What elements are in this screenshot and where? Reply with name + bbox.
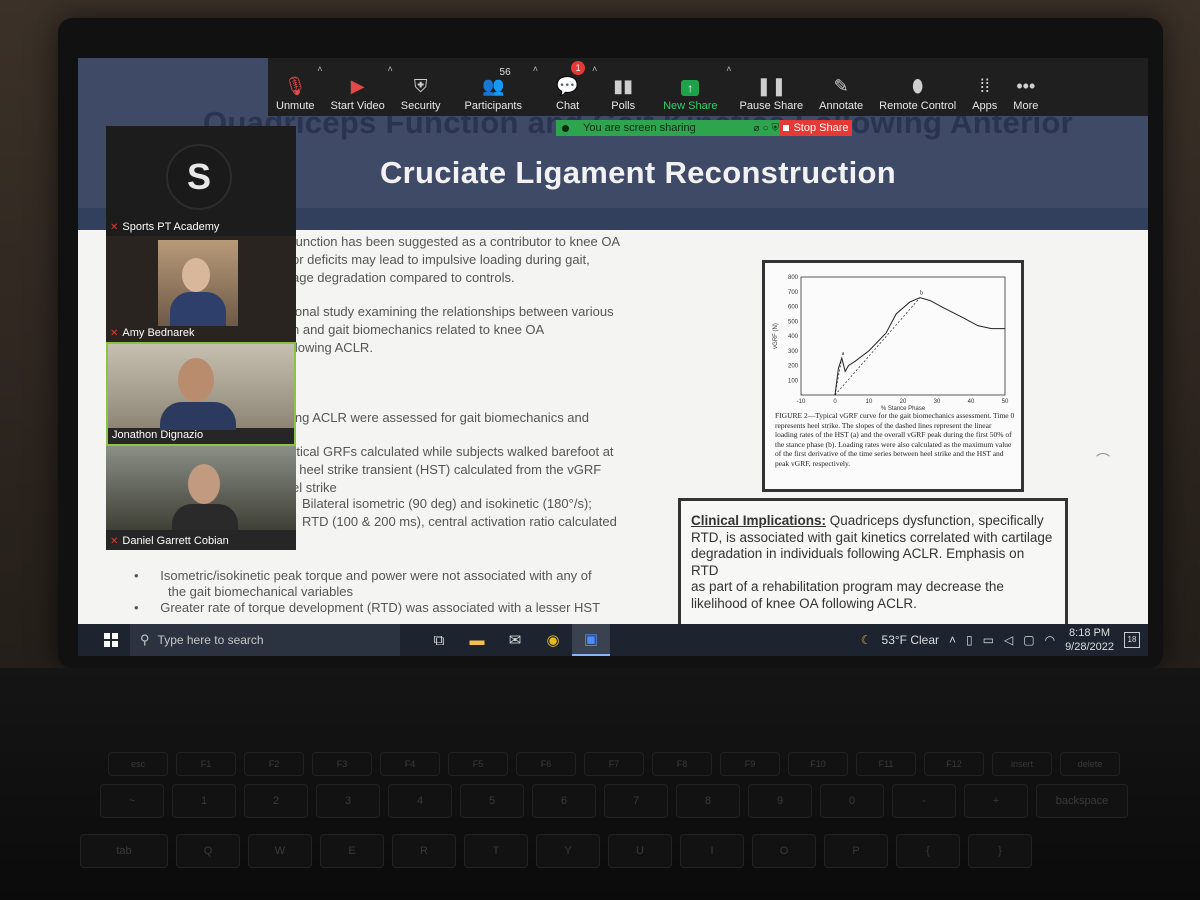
vgrf-series-line [834, 297, 1005, 396]
search-icon: ⚲ [140, 632, 150, 647]
battery-icon[interactable]: ▭ [983, 633, 994, 647]
weather-text[interactable]: 53°F Clear [882, 633, 940, 647]
clock[interactable]: 8:18 PM 9/28/2022 [1065, 626, 1114, 654]
chat-button[interactable]: 💬 1 Chat ˄ [538, 58, 597, 116]
key: esc [108, 752, 168, 776]
sports-pt-logo: S [166, 144, 232, 210]
x-tick-label: 40 [968, 399, 975, 405]
participant-tile-active-speaker[interactable]: Jonathon Dignazio [106, 342, 296, 446]
screen-sharing-banner[interactable]: You are screen sharing ⌀○⛨ [556, 120, 788, 136]
shield-icon: ⛨ [413, 76, 428, 96]
pause-share-button[interactable]: ❚❚ Pause Share [732, 58, 812, 116]
stop-share-button[interactable]: Stop Share [780, 120, 852, 136]
banner-mini-icons: ⌀○⛨ [753, 122, 782, 134]
stop-icon [783, 125, 790, 131]
more-icon: ••• [1016, 76, 1036, 96]
start-video-button[interactable]: ▶︎ Start Video ˄ [323, 58, 393, 116]
meet-now-icon[interactable]: ▢ [1023, 633, 1034, 647]
polls-button[interactable]: ▮▮ Polls [597, 58, 649, 116]
video-feed [108, 344, 294, 430]
sharing-dot-icon [562, 124, 569, 132]
chat-badge: 1 [571, 61, 586, 75]
mail-icon[interactable]: ✉ [496, 624, 534, 656]
resize-handle-icon: ⌒ [1096, 452, 1110, 468]
weather-moon-icon: ☾ [860, 633, 872, 647]
participants-icon: 👥 [482, 76, 505, 96]
x-tick-label: 20 [900, 399, 907, 405]
tray-chevron-icon[interactable]: ˄ [949, 633, 956, 647]
mouse-icon: ⬮ [912, 76, 924, 96]
system-tray: ☾ 53°F Clear ˄ ▯ ▭ ◁ ▢ ◠ 8:18 PM 9/28/20… [861, 626, 1148, 654]
mic-muted-icon: ✕ [110, 221, 119, 233]
x-tick-label: 10 [866, 399, 873, 405]
chrome-icon[interactable]: ◉ [534, 624, 572, 656]
pause-icon: ❚❚ [756, 76, 787, 96]
participant-count: 56 [499, 67, 511, 78]
participants-button[interactable]: 👥 56 Participants ˄ [449, 58, 538, 116]
pen-icon: ✎ [833, 76, 849, 96]
unmute-button[interactable]: 🎙 Unmute ˄ [268, 58, 323, 116]
usb-icon[interactable]: ▯ [966, 633, 973, 647]
windows-taskbar: ⚲ Type here to search ⧉ ▬ ✉ ◉ ▣ ☾ 53°F C… [78, 624, 1148, 656]
y-tick-label: 400 [788, 334, 799, 340]
chart-frame [800, 276, 1006, 396]
chat-icon: 💬 [556, 76, 579, 96]
participant-tile[interactable]: ✕ Amy Bednarek [106, 236, 296, 342]
security-button[interactable]: ⛨ Security [393, 58, 449, 116]
video-feed [158, 240, 238, 326]
x-tick-label: 0 [833, 399, 837, 405]
x-tick-label: -10 [797, 399, 806, 405]
y-axis-label: vGRF (N) [773, 323, 779, 349]
annotation-a: a [842, 351, 845, 357]
x-tick-label: 50 [1002, 399, 1009, 405]
taskbar-apps: ⧉ ▬ ✉ ◉ ▣ [420, 624, 610, 656]
laptop-keyboard: esc F1 F2 F3 F4 F5 F6 F7 F8 F9 F10 F11 F… [60, 740, 1200, 900]
annotate-button[interactable]: ✎ Annotate [811, 58, 871, 116]
clinical-implications-box: Clinical Implications: Quadriceps dysfun… [678, 498, 1068, 638]
y-tick-label: 500 [788, 319, 799, 325]
video-feed [106, 446, 296, 530]
volume-icon[interactable]: ◁ [1004, 633, 1013, 647]
y-tick-label: 800 [788, 275, 799, 281]
apps-button[interactable]: ⁞⁞ Apps [964, 58, 1005, 116]
wifi-icon[interactable]: ◠ [1045, 633, 1055, 647]
share-arrow-icon: ↑ [681, 80, 700, 96]
y-tick-label: 100 [788, 378, 799, 384]
bullet-item: • Greater rate of torque development (RT… [134, 600, 601, 615]
mic-muted-icon: 🎙 [283, 76, 307, 96]
apps-icon: ⁞⁞ [979, 76, 990, 96]
video-gallery[interactable]: S ✕ Sports PT Academy ✕ Amy Bednarek Jonat… [106, 126, 296, 550]
hst-loading-rate-line [834, 358, 843, 396]
y-tick-label: 200 [788, 364, 799, 370]
participant-tile[interactable]: S ✕ Sports PT Academy [106, 126, 296, 236]
y-tick-label: 300 [788, 349, 799, 355]
new-share-button[interactable]: ↑ New Share ˄ [649, 58, 731, 116]
laptop-screen: Quadriceps Function and Gait Kinetics Fo… [78, 58, 1148, 656]
zoom-app-icon[interactable]: ▣ [572, 624, 610, 656]
mic-muted-icon: ✕ [110, 535, 119, 547]
annotation-b: b [920, 291, 923, 297]
notification-center-icon[interactable]: 18 [1124, 632, 1140, 648]
file-explorer-icon[interactable]: ▬ [458, 624, 496, 656]
figure-caption: FIGURE 2—Typical vGRF curve for the gait… [775, 411, 1015, 468]
taskbar-search-input[interactable]: ⚲ Type here to search [130, 624, 400, 656]
task-view-icon[interactable]: ⧉ [420, 624, 458, 656]
y-tick-label: 700 [788, 290, 799, 296]
x-tick-label: 30 [934, 399, 941, 405]
windows-start-icon[interactable] [104, 633, 118, 647]
y-tick-label: 600 [788, 305, 799, 311]
vgrf-figure: -10 0 10 20 30 40 50 100 200 300 400 500 600 700 800% … [762, 260, 1024, 492]
clinical-heading: Clinical Implications: [691, 513, 827, 528]
mic-muted-icon: ✕ [110, 327, 119, 339]
video-off-icon: ▶︎ [350, 76, 365, 96]
more-button[interactable]: ••• More [1005, 58, 1046, 116]
remote-control-button[interactable]: ⬮ Remote Control [871, 58, 964, 116]
peak-loading-rate-line [834, 297, 921, 396]
polls-icon: ▮▮ [613, 76, 634, 96]
participant-tile[interactable]: ✕ Daniel Garrett Cobian [106, 446, 296, 550]
bullet-item: • Isometric/isokinetic peak torque and p… [134, 568, 592, 583]
vgrf-chart: -10 0 10 20 30 40 50100200300400500600700800% … [773, 275, 1009, 411]
zoom-toolbar: 🎙 Unmute ˄ ▶︎ Start Video ˄ ⛨ Security 👥 5… [268, 58, 1148, 116]
